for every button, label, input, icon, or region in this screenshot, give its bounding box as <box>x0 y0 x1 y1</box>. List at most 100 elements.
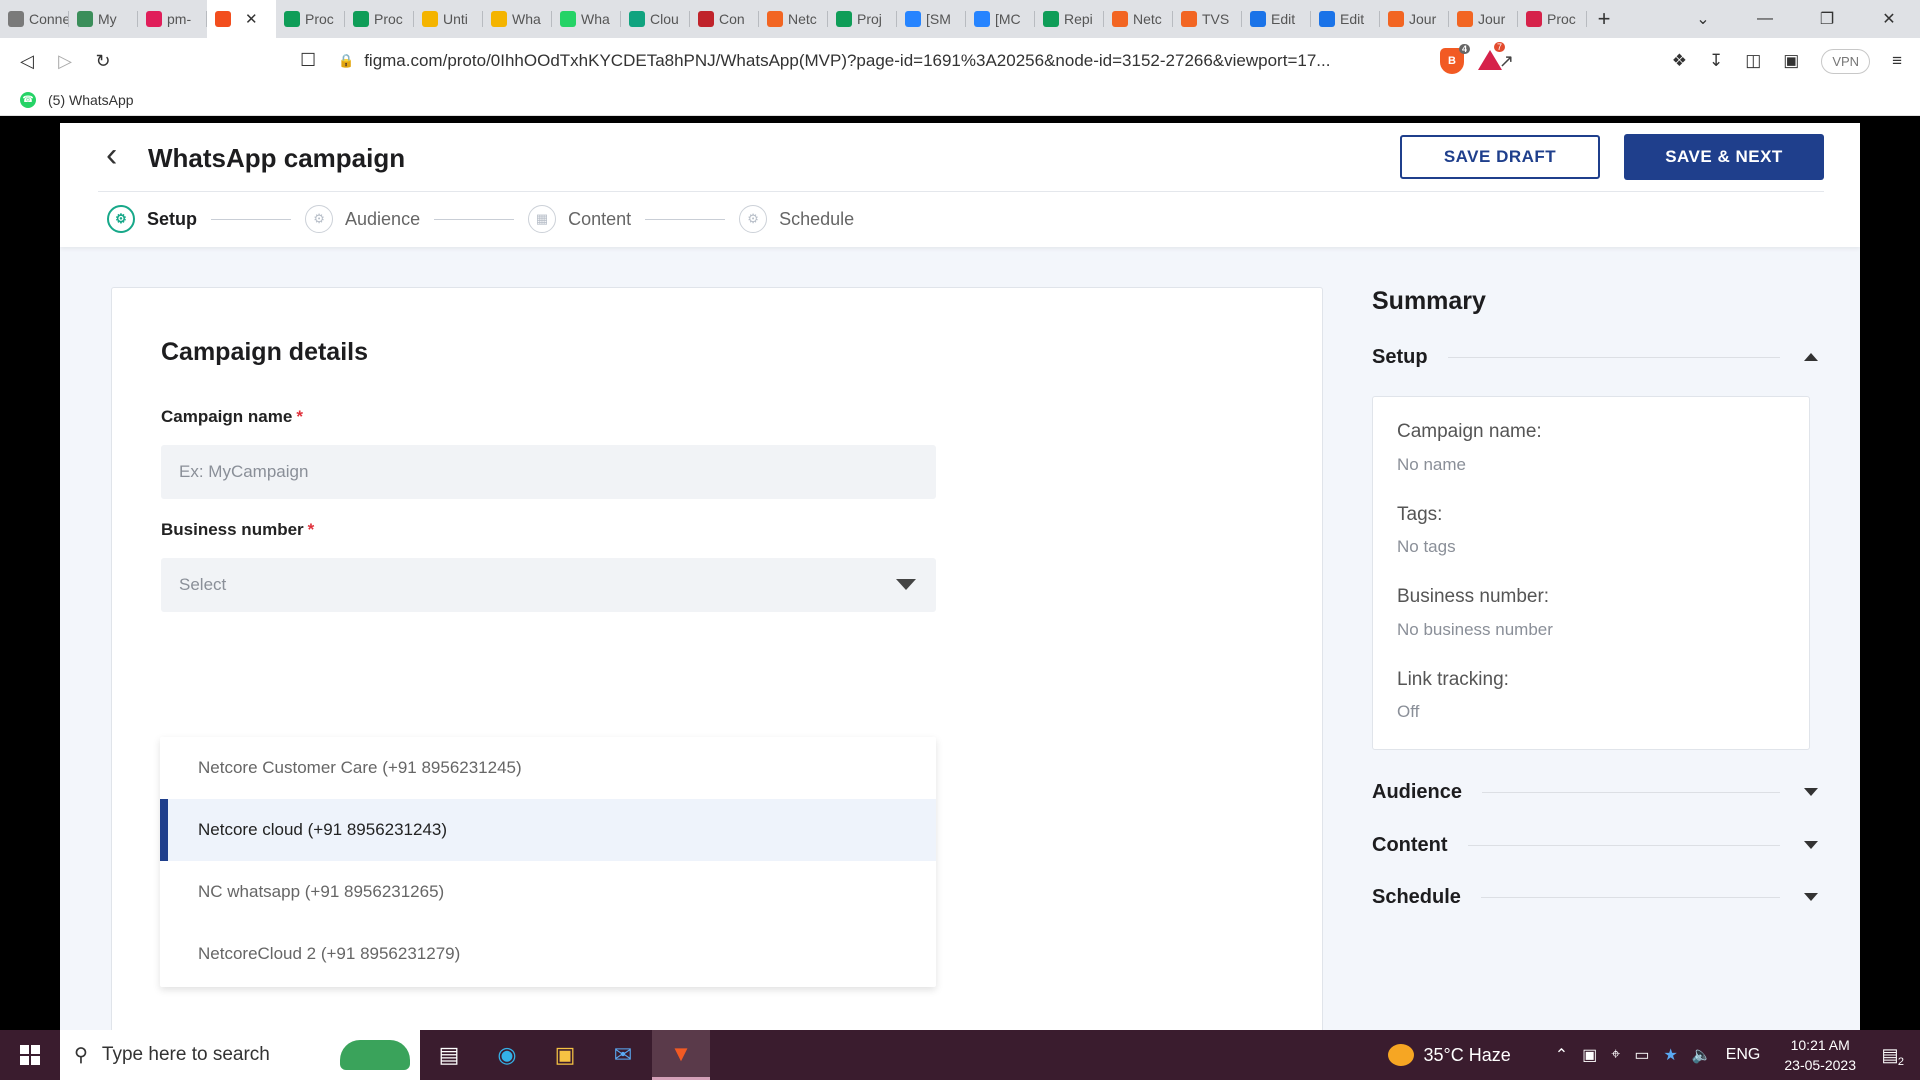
vpn-button[interactable]: VPN <box>1821 48 1871 74</box>
tab-favicon-icon <box>629 11 645 27</box>
taskbar-search-input[interactable]: ⚲ Type here to search <box>60 1030 420 1080</box>
dropdown-option[interactable]: Netcore cloud (+91 8956231243) <box>160 799 936 861</box>
step-audience[interactable]: ⚙ Audience <box>305 205 420 233</box>
browser-tab[interactable]: My <box>69 0 138 38</box>
browser-tab[interactable]: Proj <box>828 0 897 38</box>
campaign-name-input[interactable]: Ex: MyCampaign <box>161 445 936 499</box>
step-label: Setup <box>147 208 198 229</box>
browser-tab[interactable]: TVS <box>1173 0 1242 38</box>
tab-search-icon[interactable]: ⌄ <box>1672 0 1734 38</box>
new-tab-button[interactable]: + <box>1587 0 1621 38</box>
section-title: Campaign details <box>161 338 368 366</box>
brave-rewards-icon[interactable]: 7 <box>1478 42 1506 70</box>
bookmark-whatsapp[interactable]: (5) WhatsApp <box>48 92 134 108</box>
browser-tab[interactable]: Netc <box>759 0 828 38</box>
close-window-button[interactable]: ✕ <box>1858 0 1920 38</box>
brave-shield-icon[interactable]: B4 <box>1440 44 1470 74</box>
summary-setup-card: Campaign name: No name Tags: No tags Bus… <box>1372 396 1810 750</box>
required-mark: * <box>307 520 315 539</box>
browser-tab[interactable]: [MC <box>966 0 1035 38</box>
step-content[interactable]: ▦ Content <box>528 205 631 233</box>
browser-tab[interactable]: Unti <box>414 0 483 38</box>
rewards-count: 7 <box>1494 42 1506 52</box>
clock[interactable]: 10:21 AM 23-05-2023 <box>1784 1035 1856 1075</box>
browser-tab[interactable]: Proc <box>345 0 414 38</box>
business-number-select[interactable]: Select <box>161 558 936 612</box>
browser-tab[interactable]: Wha <box>483 0 552 38</box>
language-indicator[interactable]: ENG <box>1726 1046 1761 1064</box>
save-next-button[interactable]: SAVE & NEXT <box>1624 134 1824 180</box>
tab-favicon-icon <box>1388 11 1404 27</box>
save-draft-button[interactable]: SAVE DRAFT <box>1400 135 1600 179</box>
browser-tab[interactable]: Jour <box>1449 0 1518 38</box>
close-tab-icon[interactable]: ✕ <box>245 10 258 28</box>
back-arrow-icon[interactable]: ‹ <box>106 138 117 172</box>
menu-icon[interactable]: ≡ <box>1892 51 1902 71</box>
tab-favicon-icon <box>8 11 24 27</box>
browser-tab[interactable]: Con <box>690 0 759 38</box>
browser-tab[interactable]: Proc <box>276 0 345 38</box>
browser-tab[interactable]: Wha <box>552 0 621 38</box>
task-view-icon[interactable]: ▤ <box>420 1030 478 1080</box>
bookmark-icon[interactable]: ☐ <box>300 50 316 71</box>
notification-icon[interactable]: ▤ 2 <box>1870 1040 1910 1070</box>
browser-tab[interactable]: Netc <box>1104 0 1173 38</box>
mail-icon[interactable]: ✉ <box>594 1030 652 1080</box>
meet-icon[interactable]: ▣ <box>1582 1045 1597 1065</box>
file-explorer-icon[interactable]: ▣ <box>536 1030 594 1080</box>
chevron-down-icon[interactable] <box>1804 788 1818 796</box>
step-schedule[interactable]: ⚙ Schedule <box>739 205 854 233</box>
search-highlight-turtle-icon <box>340 1040 410 1070</box>
chevron-down-icon[interactable] <box>1804 893 1818 901</box>
summary-title: Summary <box>1372 287 1486 315</box>
weather-widget[interactable]: 35°C Haze <box>1387 1044 1511 1066</box>
wallet-icon[interactable]: ▣ <box>1783 51 1799 71</box>
brave-taskbar-icon[interactable]: ▼ <box>652 1030 710 1080</box>
tab-label: Con <box>719 11 745 27</box>
browser-tab[interactable]: [SM <box>897 0 966 38</box>
wifi-icon[interactable]: ⌖ <box>1611 1046 1620 1064</box>
url-input[interactable]: 🔒 figma.com/proto/0IhhOOdTxhKYCDETa8hPNJ… <box>338 44 1514 78</box>
browser-tab-active[interactable]: ✕ <box>207 0 276 38</box>
summary-section-setup[interactable]: Setup <box>1372 342 1822 372</box>
section-rule <box>1467 844 1780 846</box>
summary-section-audience[interactable]: Audience <box>1372 777 1822 807</box>
summary-field-label: Link tracking: <box>1397 669 1509 690</box>
chevron-down-icon[interactable] <box>1804 841 1818 849</box>
browser-tab[interactable]: Jour <box>1380 0 1449 38</box>
summary-section-schedule[interactable]: Schedule <box>1372 882 1822 912</box>
tab-label: Netc <box>788 11 817 27</box>
chevron-up-icon[interactable] <box>1804 353 1818 361</box>
edge-icon[interactable]: ◉ <box>478 1030 536 1080</box>
bluetooth-icon[interactable]: ★ <box>1663 1045 1677 1065</box>
browser-tab[interactable]: Edit <box>1242 0 1311 38</box>
step-setup[interactable]: ⚙ Setup <box>107 205 197 233</box>
reload-button[interactable]: ↻ <box>84 42 122 80</box>
browser-tab[interactable]: pm- <box>138 0 207 38</box>
dropdown-option[interactable]: NetcoreCloud 2 (+91 8956231279) <box>160 923 936 985</box>
windows-taskbar: ⚲ Type here to search ▤ ◉ ▣ ✉ ▼ 35°C Haz… <box>0 1030 1920 1080</box>
volume-icon[interactable]: 🔈 <box>1692 1045 1712 1065</box>
back-nav-button[interactable]: ◁ <box>8 42 46 80</box>
tab-label: Unti <box>443 11 468 27</box>
windows-start-icon[interactable] <box>0 1030 60 1080</box>
download-icon[interactable]: ↧ <box>1709 51 1723 71</box>
chevron-up-icon[interactable]: ⌃ <box>1555 1045 1568 1065</box>
minimize-button[interactable]: — <box>1734 0 1796 38</box>
browser-tab[interactable]: Repi <box>1035 0 1104 38</box>
dropdown-option[interactable]: Netcore Customer Care (+91 8956231245) <box>160 737 936 799</box>
summary-section-content[interactable]: Content <box>1372 830 1822 860</box>
extensions-icon[interactable]: ❖ <box>1672 51 1687 71</box>
battery-icon[interactable]: ▭ <box>1634 1045 1649 1065</box>
browser-tab[interactable]: Connect <box>0 0 69 38</box>
header-divider <box>98 191 1824 192</box>
forward-nav-button[interactable]: ▷ <box>46 42 84 80</box>
summary-section-label: Schedule <box>1372 885 1461 908</box>
dropdown-option[interactable]: NC whatsapp (+91 8956231265) <box>160 861 936 923</box>
browser-tab[interactable]: Edit <box>1311 0 1380 38</box>
browser-tab[interactable]: Clou <box>621 0 690 38</box>
sidebar-icon[interactable]: ◫ <box>1745 51 1761 71</box>
browser-tab[interactable]: Proc <box>1518 0 1587 38</box>
restore-button[interactable]: ❐ <box>1796 0 1858 38</box>
tab-favicon-icon <box>491 11 507 27</box>
